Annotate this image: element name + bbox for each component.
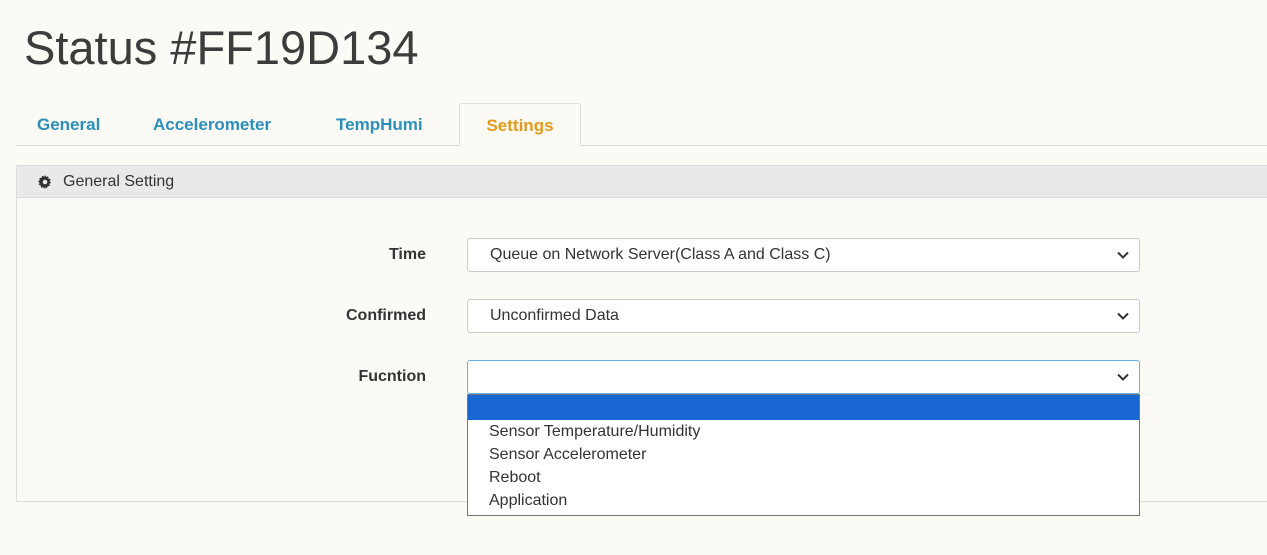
gear-icon [38, 174, 52, 189]
chevron-down-icon [1117, 373, 1129, 381]
function-select[interactable] [467, 360, 1140, 394]
function-label: Fucntion [358, 368, 426, 385]
tab-settings[interactable]: Settings [459, 103, 581, 146]
tab-accelerometer[interactable]: Accelerometer [153, 104, 271, 145]
chevron-down-icon [1117, 251, 1129, 259]
confirmed-select[interactable]: Unconfirmed Data [467, 299, 1140, 333]
chevron-down-icon [1117, 312, 1129, 320]
time-select[interactable]: Queue on Network Server(Class A and Clas… [467, 238, 1140, 272]
panel-heading-label: General Setting [63, 172, 175, 190]
time-select-value: Queue on Network Server(Class A and Clas… [490, 246, 831, 263]
tab-bar: General Accelerometer TempHumi Settings [16, 103, 1267, 146]
function-dropdown-list: Sensor Temperature/Humidity Sensor Accel… [467, 394, 1140, 516]
page: Status #FF19D134 General Accelerometer T… [0, 0, 1267, 555]
dropdown-option-empty[interactable] [468, 395, 1139, 420]
time-label: Time [388, 246, 426, 263]
page-title: Status #FF19D134 [24, 21, 419, 74]
tab-general[interactable]: General [37, 104, 100, 145]
dropdown-option-reboot[interactable]: Reboot [468, 466, 1139, 489]
dropdown-option-sensor-accelerometer[interactable]: Sensor Accelerometer [468, 443, 1139, 466]
confirmed-label: Confirmed [346, 307, 426, 324]
dropdown-option-application[interactable]: Application [468, 489, 1139, 512]
confirmed-select-value: Unconfirmed Data [490, 307, 619, 324]
panel-heading: General Setting [17, 166, 1267, 198]
tab-temphumi[interactable]: TempHumi [336, 104, 423, 145]
dropdown-option-sensor-temperature-humidity[interactable]: Sensor Temperature/Humidity [468, 420, 1139, 443]
